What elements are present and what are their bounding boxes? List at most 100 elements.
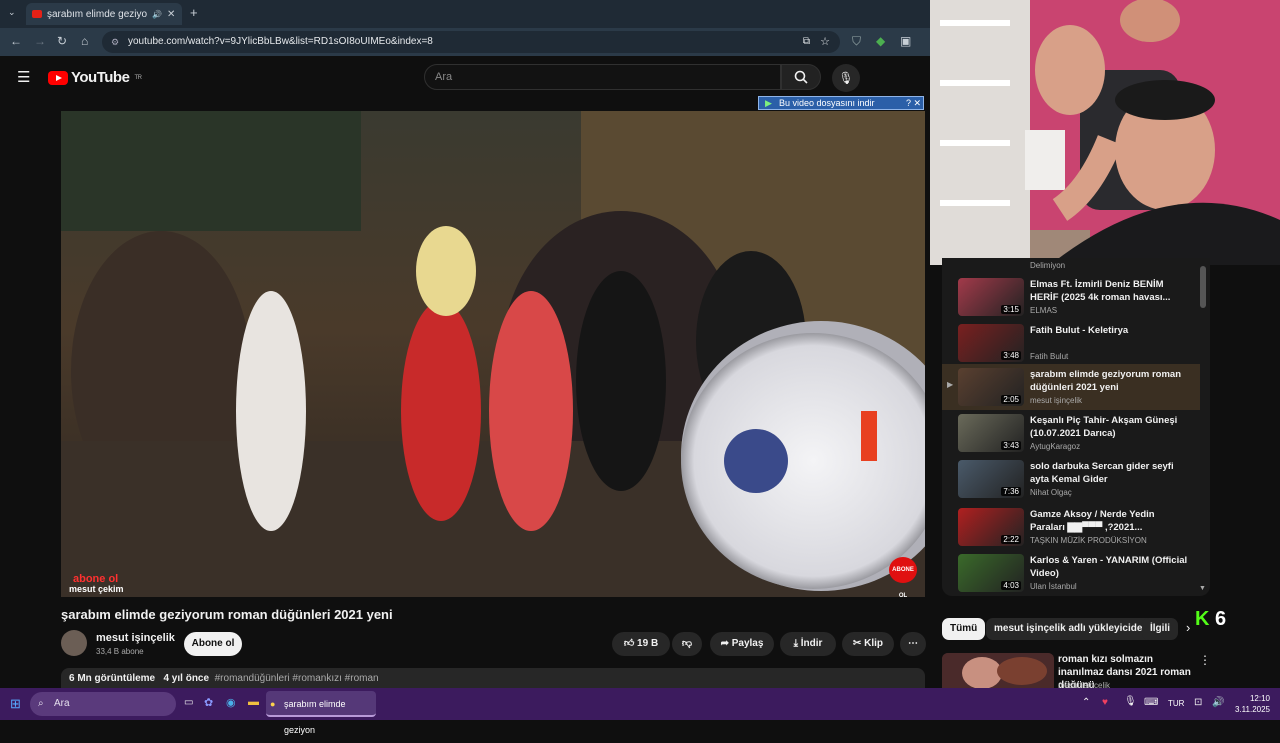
clock-date: 3.11.2025 xyxy=(1235,705,1270,714)
description-box[interactable]: 6 Mn görüntüleme 4 yıl önce #romandüğünl… xyxy=(61,668,925,690)
file-explorer-icon[interactable]: ▬ xyxy=(248,696,259,708)
kick-follower-widget: K 6 xyxy=(1195,608,1226,631)
tray-app-icon[interactable]: ♥ xyxy=(1102,697,1108,708)
playlist-item-title: solo darbuka Sercan gider seyfi ayta Kem… xyxy=(1030,461,1174,485)
playlist-thumbnail[interactable]: 3:15 xyxy=(958,278,1024,316)
playlist-item-title: Fatih Bulut - Keletirya xyxy=(1030,325,1129,336)
playlist-item-channel: AytugKaragoz xyxy=(1030,442,1081,451)
download-bar-label: Bu video dosyasını indir xyxy=(779,98,875,108)
logo-region: TR xyxy=(134,74,142,81)
chips-next-icon[interactable]: › xyxy=(1186,620,1190,635)
playlist-item[interactable]: 2:22 Gamze Aksoy / Nerde Yedin Paraları ▇… xyxy=(942,504,1200,550)
menu-icon[interactable]: ☰ xyxy=(17,68,30,86)
recommended-thumbnail[interactable] xyxy=(942,653,1054,688)
clip-label: Klip xyxy=(864,638,884,649)
home-icon[interactable]: ⌂ xyxy=(81,34,88,48)
tray-keyboard-icon[interactable]: ⌨ xyxy=(1144,697,1158,708)
playlist-scrollbar[interactable] xyxy=(1200,266,1206,308)
task-view-icon[interactable]: ▭ xyxy=(184,697,193,708)
share-button[interactable]: ➦ Paylaş xyxy=(710,632,774,656)
recommended-more-icon[interactable]: ⋮ xyxy=(1199,653,1211,667)
microphone-icon: 🎙 xyxy=(838,71,854,85)
dislike-button[interactable]: 👎︎ xyxy=(672,632,702,656)
channel-avatar[interactable] xyxy=(61,630,87,656)
subscribe-button[interactable]: Abone ol xyxy=(184,632,242,656)
search-icon xyxy=(794,70,808,84)
playlist-item[interactable]: 3:15 Elmas Ft. İzmirli Deniz BENİM HERİF … xyxy=(942,274,1200,320)
chip-uploader[interactable]: mesut işinçelik adlı yükleyiciden xyxy=(986,618,1157,640)
close-icon[interactable]: ✕ xyxy=(913,97,921,109)
hashtags[interactable]: #romandüğünleri #romankızı #roman xyxy=(215,673,379,684)
playlist-duration: 4:03 xyxy=(1001,581,1021,590)
playlist-thumbnail[interactable]: 3:43 xyxy=(958,414,1024,452)
video-player[interactable]: abone ol mesut çekim ABONE OL xyxy=(61,111,925,597)
cast-icon[interactable]: ⧉ xyxy=(803,31,810,53)
video-frame xyxy=(61,111,925,597)
subscriber-count: 33,4 B abone xyxy=(96,647,144,656)
youtube-favicon-icon xyxy=(32,10,42,18)
extension-green-icon[interactable]: ◆ xyxy=(876,34,885,48)
tray-mic-icon[interactable]: 🎙 xyxy=(1124,696,1137,707)
forward-icon[interactable]: → xyxy=(34,34,46,48)
edge-icon[interactable]: ◉ xyxy=(226,696,236,709)
volume-icon[interactable]: 🔊 xyxy=(1212,697,1224,708)
playlist-item[interactable]: 4:03 Karlos & Yaren - YANARIM (Official V… xyxy=(942,550,1200,596)
youtube-logo[interactable]: YouTube TR xyxy=(48,69,142,86)
playlist-item[interactable]: 3:43 Keşanlı Piç Tahir- Akşam Güneşi (10.… xyxy=(942,410,1200,456)
playlist-item-title: Elmas Ft. İzmirli Deniz BENİM HERİF (202… xyxy=(1030,279,1171,303)
tray-chevron-icon[interactable]: ⌃ xyxy=(1082,697,1090,708)
taskbar-search-input[interactable]: ⌕ Ara xyxy=(30,692,176,716)
language-indicator[interactable]: TUR xyxy=(1168,699,1184,708)
windows-start-icon[interactable]: ⊞ xyxy=(10,696,21,712)
network-icon[interactable]: ⊡ xyxy=(1194,697,1202,708)
tab-close-icon[interactable]: ✕ xyxy=(167,9,175,20)
browser-tab[interactable]: şarabım elimde geziyorum 🔊 ✕ xyxy=(26,3,182,25)
playlist-thumbnail[interactable]: 2:22 xyxy=(958,508,1024,546)
download-video-bar[interactable]: ▶ Bu video dosyasını indir ? ✕ xyxy=(758,96,924,110)
chip-related[interactable]: İlgili xyxy=(1142,618,1178,640)
playlist-duration: 3:15 xyxy=(1001,305,1021,314)
playlist-item-channel: TAŞKIN MÜZİK PRODÜKSİYON xyxy=(1030,536,1147,545)
search-button[interactable] xyxy=(781,64,821,90)
partial-channel: Delimiyon xyxy=(1030,261,1066,270)
more-actions-button[interactable]: ⋯ xyxy=(900,632,926,656)
playlist-duration: 2:22 xyxy=(1001,535,1021,544)
playlist-thumbnail[interactable]: 3:48 xyxy=(958,324,1024,362)
playlist-item[interactable]: ▶ 2:05 şarabım elimde geziyorum roman düğü… xyxy=(942,364,1200,410)
voice-search-button[interactable]: 🎙 xyxy=(832,64,860,92)
reload-icon[interactable]: ↻ xyxy=(57,34,67,48)
taskbar-clock[interactable]: 12:10 3.11.2025 xyxy=(1235,693,1270,715)
playlist-thumbnail[interactable]: 7:36 xyxy=(958,460,1024,498)
extension-shield-icon[interactable]: ⛉ xyxy=(852,34,861,49)
playlist-thumbnail[interactable]: 4:03 xyxy=(958,554,1024,592)
playlist-item[interactable]: 3:48 Fatih Bulut - Keletirya Fatih Bulut xyxy=(942,320,1200,366)
url-text: youtube.com/watch?v=9JYlicBbLBw&list=RD1… xyxy=(128,36,433,47)
youtube-play-icon xyxy=(48,70,68,85)
upload-age: 4 yıl önce xyxy=(163,673,210,684)
tab-audio-icon[interactable]: 🔊 xyxy=(152,10,162,19)
download-play-icon: ▶ xyxy=(765,98,772,108)
like-button[interactable]: 👍︎ 19 B xyxy=(612,632,670,656)
help-icon[interactable]: ? xyxy=(906,97,911,109)
playlist-thumbnail[interactable]: 2:05 xyxy=(958,368,1024,406)
taskbar-chrome-app[interactable]: ● şarabım elimde geziyon xyxy=(266,691,376,735)
teams-icon[interactable]: ✿ xyxy=(204,696,213,709)
channel-name[interactable]: mesut işinçelik xyxy=(96,632,175,644)
clip-button[interactable]: ✂ Klip xyxy=(842,632,894,656)
like-count: 19 B xyxy=(637,638,659,649)
playlist-item[interactable]: 7:36 solo darbuka Sercan gider seyfi ayta… xyxy=(942,456,1200,502)
back-icon[interactable]: ← xyxy=(10,34,22,48)
download-button[interactable]: ⤓ İndir xyxy=(780,632,836,656)
thumbs-up-icon: 👍︎ xyxy=(623,638,635,649)
browser-tab-bar: ⌄ şarabım elimde geziyorum 🔊 ✕ + xyxy=(0,0,930,28)
new-tab-icon[interactable]: + xyxy=(190,5,198,20)
site-info-icon[interactable]: ⚙ xyxy=(111,31,119,53)
tab-list-icon[interactable]: ⌄ xyxy=(8,7,16,18)
extension-box-icon[interactable]: ▣ xyxy=(900,34,911,48)
webcam-overlay xyxy=(930,0,1280,265)
scroll-down-icon[interactable]: ▼ xyxy=(1199,585,1206,592)
url-field[interactable]: ⚙ youtube.com/watch?v=9JYlicBbLBw&list=R… xyxy=(102,31,840,53)
bookmark-star-icon[interactable]: ☆ xyxy=(820,31,830,53)
search-input[interactable]: Ara xyxy=(424,64,781,90)
chip-all[interactable]: Tümü xyxy=(942,618,986,640)
